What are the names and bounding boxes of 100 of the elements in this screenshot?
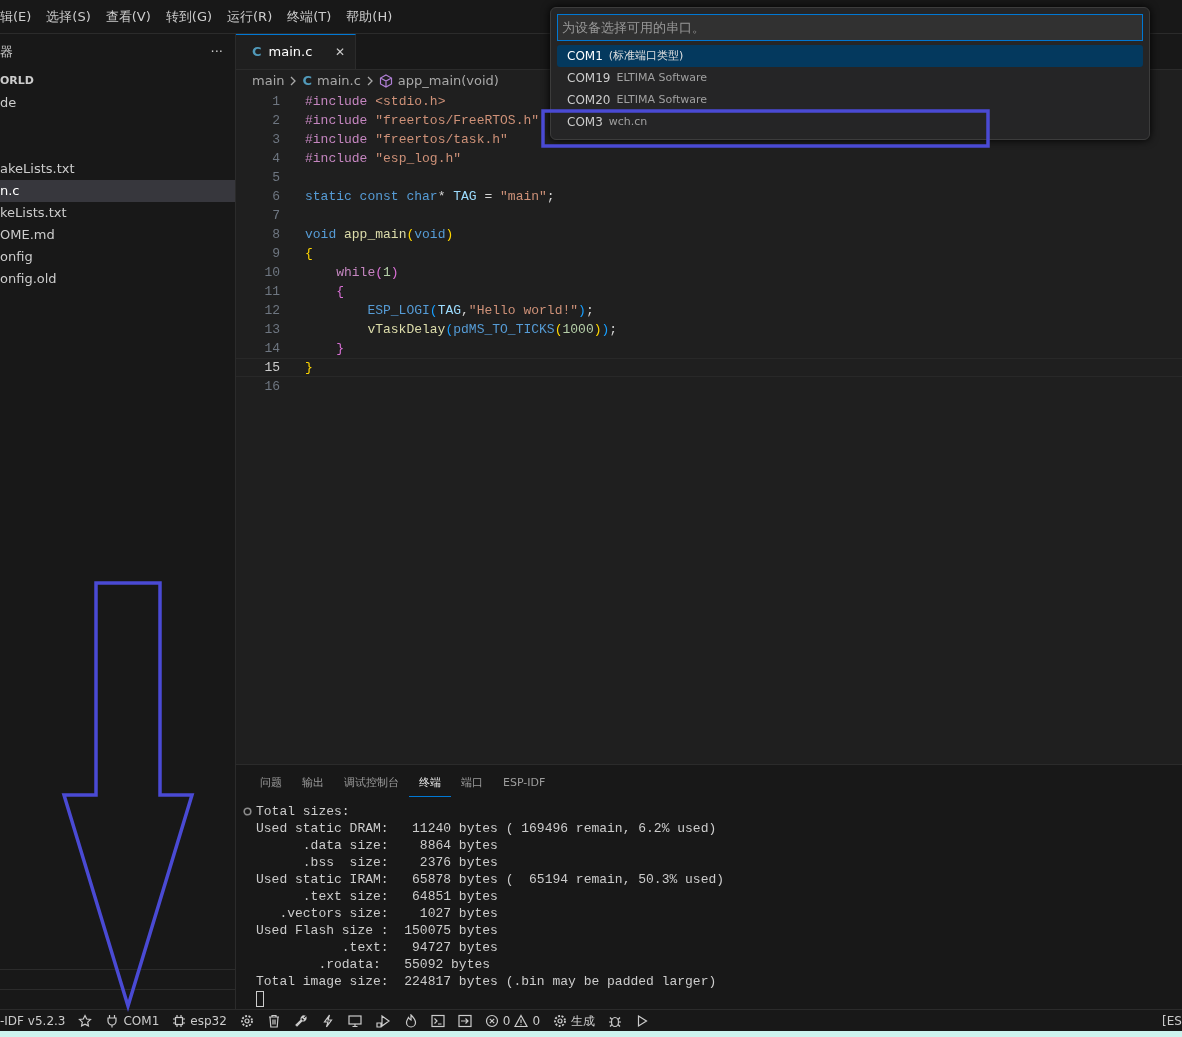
line-number: 13 <box>263 320 280 339</box>
line-number: 16 <box>263 377 280 396</box>
explorer-title: 器 <box>0 43 13 62</box>
file-item[interactable]: n.c <box>0 180 235 202</box>
line-number: 15 <box>263 358 280 377</box>
status-text[interactable]: [ES <box>1162 1011 1182 1030</box>
cube-icon <box>378 74 393 88</box>
code-line: while(1) <box>335 263 399 282</box>
gear-icon[interactable] <box>239 1013 254 1028</box>
code-line: } <box>335 339 344 358</box>
terminal-line: .text size: 64851 bytes <box>301 888 499 905</box>
c-file-icon: C <box>302 71 313 91</box>
terminal-line: Used Flash size : 150075 bytes <box>256 922 499 939</box>
error-icon[interactable] <box>484 1013 499 1028</box>
menu-item[interactable]: 帮助(H) <box>346 6 393 27</box>
line-number: 1 <box>271 92 280 111</box>
line-number: 10 <box>263 263 280 282</box>
wrench-icon[interactable] <box>293 1013 308 1028</box>
port-option[interactable]: COM19 ELTIMA Software <box>557 67 1143 89</box>
more-actions-button[interactable]: ··· <box>210 42 223 62</box>
line-number: 2 <box>271 111 280 130</box>
flame-icon[interactable] <box>403 1013 418 1028</box>
breadcrumb-item[interactable]: main.c <box>317 71 361 91</box>
panel-tab[interactable]: 问题 <box>250 771 292 797</box>
line-number: 6 <box>271 187 280 206</box>
file-item[interactable]: akeLists.txt <box>0 158 235 180</box>
circle-icon <box>243 807 252 816</box>
c-file-icon: C <box>252 42 262 62</box>
menu-item[interactable]: 运行(R) <box>227 6 273 27</box>
target-status-item[interactable]: esp32 <box>172 1011 227 1030</box>
terminal-line: Total sizes: <box>256 803 351 820</box>
gear-icon[interactable] <box>553 1013 568 1028</box>
port-search-field[interactable]: 为设备选择可用的串口。 <box>557 14 1143 41</box>
code-line: vTaskDelay(pdMS_TO_TICKS(1000)); <box>366 320 618 339</box>
file-item[interactable]: onfig <box>0 246 235 268</box>
panel-tab[interactable]: 调试控制台 <box>334 771 409 797</box>
chip-icon[interactable] <box>172 1013 187 1028</box>
code-line: #include <stdio.h> <box>305 92 446 111</box>
terminal-line: .bss size: 2376 bytes <box>301 854 499 871</box>
panel-tab[interactable]: 输出 <box>292 771 334 797</box>
file-item[interactable]: de <box>0 92 235 114</box>
code-line: ESP_LOGI(TAG,"Hello world!"); <box>366 301 594 320</box>
terminal-line: .vectors size: 1027 bytes <box>278 905 499 922</box>
play-device-icon[interactable] <box>374 1013 391 1028</box>
play-icon[interactable] <box>635 1013 650 1028</box>
panel-tab[interactable]: 端口 <box>451 771 493 797</box>
code-line: #include "freertos/FreeRTOS.h" <box>305 111 540 130</box>
port-option[interactable]: COM1 (标准端口类型) <box>557 45 1143 67</box>
terminal-line: Used static DRAM: 11240 bytes ( 169496 remain, 6.2% used) <box>256 820 718 837</box>
build-button[interactable]: 生成 <box>553 1011 596 1030</box>
line-number: 5 <box>271 168 280 187</box>
panel-tab[interactable]: ESP-IDF <box>493 771 556 797</box>
chevron-icon <box>365 75 374 87</box>
menu-item[interactable]: 转到(G) <box>165 6 213 27</box>
warning-icon[interactable] <box>514 1013 529 1028</box>
file-item[interactable]: keLists.txt <box>0 202 235 224</box>
plug-icon[interactable] <box>105 1013 120 1028</box>
file-item[interactable]: OME.md <box>0 224 235 246</box>
terminal-line: .rodata: 55092 bytes <box>317 956 492 973</box>
breadcrumb-item[interactable]: app_main(void) <box>397 71 499 91</box>
line-number: 4 <box>271 149 280 168</box>
menu-item[interactable]: 辑(E) <box>0 6 32 27</box>
terminal-icon[interactable] <box>430 1013 445 1028</box>
code-line: } <box>305 358 313 377</box>
terminal-cursor <box>256 991 264 1007</box>
editor-tab[interactable]: C main.c ✕ <box>236 34 356 69</box>
code-line: { <box>335 282 344 301</box>
line-number: 8 <box>271 225 280 244</box>
line-number: 12 <box>263 301 280 320</box>
menu-item[interactable]: 查看(V) <box>105 6 151 27</box>
port-status-item[interactable]: COM1 <box>105 1011 160 1030</box>
menu-item[interactable]: 终端(T) <box>287 6 332 27</box>
terminal-line: Total image size: 224817 bytes (.bin may be padded larger) <box>256 973 718 990</box>
close-button[interactable]: ✕ <box>334 43 345 61</box>
monitor-icon[interactable] <box>347 1013 362 1028</box>
code-line: #include "freertos/task.h" <box>305 130 508 149</box>
terminal-line: Used static IRAM: 65878 bytes ( 65194 remain, 50.3% used) <box>256 871 726 888</box>
trash-icon[interactable] <box>266 1013 281 1028</box>
chevron-icon <box>289 75 298 87</box>
star-icon[interactable] <box>78 1013 93 1028</box>
problems-status-item[interactable]: 0 0 <box>484 1011 541 1030</box>
menu-item[interactable]: 选择(S) <box>46 6 91 27</box>
code-line: { <box>305 244 313 263</box>
line-number: 14 <box>263 339 280 358</box>
line-number: 9 <box>271 244 280 263</box>
idf-version-label[interactable]: -IDF v5.2.3 <box>0 1011 66 1030</box>
file-item[interactable]: onfig.old <box>0 268 235 290</box>
port-option[interactable]: COM20 ELTIMA Software <box>557 89 1143 111</box>
lightning-icon[interactable] <box>320 1013 335 1028</box>
code-line: static const char* TAG = "main"; <box>305 187 555 206</box>
breadcrumb-item[interactable]: main <box>252 71 285 91</box>
tab-label: main.c <box>268 43 313 62</box>
code-line: void app_main(void) <box>305 225 454 244</box>
enter-box-icon[interactable] <box>457 1013 472 1028</box>
terminal-line: .text: 94727 bytes <box>340 939 499 956</box>
panel-tab[interactable]: 终端 <box>409 771 451 797</box>
port-option[interactable]: COM3 wch.cn <box>557 111 1143 133</box>
folder-item[interactable]: ORLD <box>0 70 235 92</box>
line-number: 11 <box>263 282 280 301</box>
code-line: #include "esp_log.h" <box>305 149 462 168</box>
